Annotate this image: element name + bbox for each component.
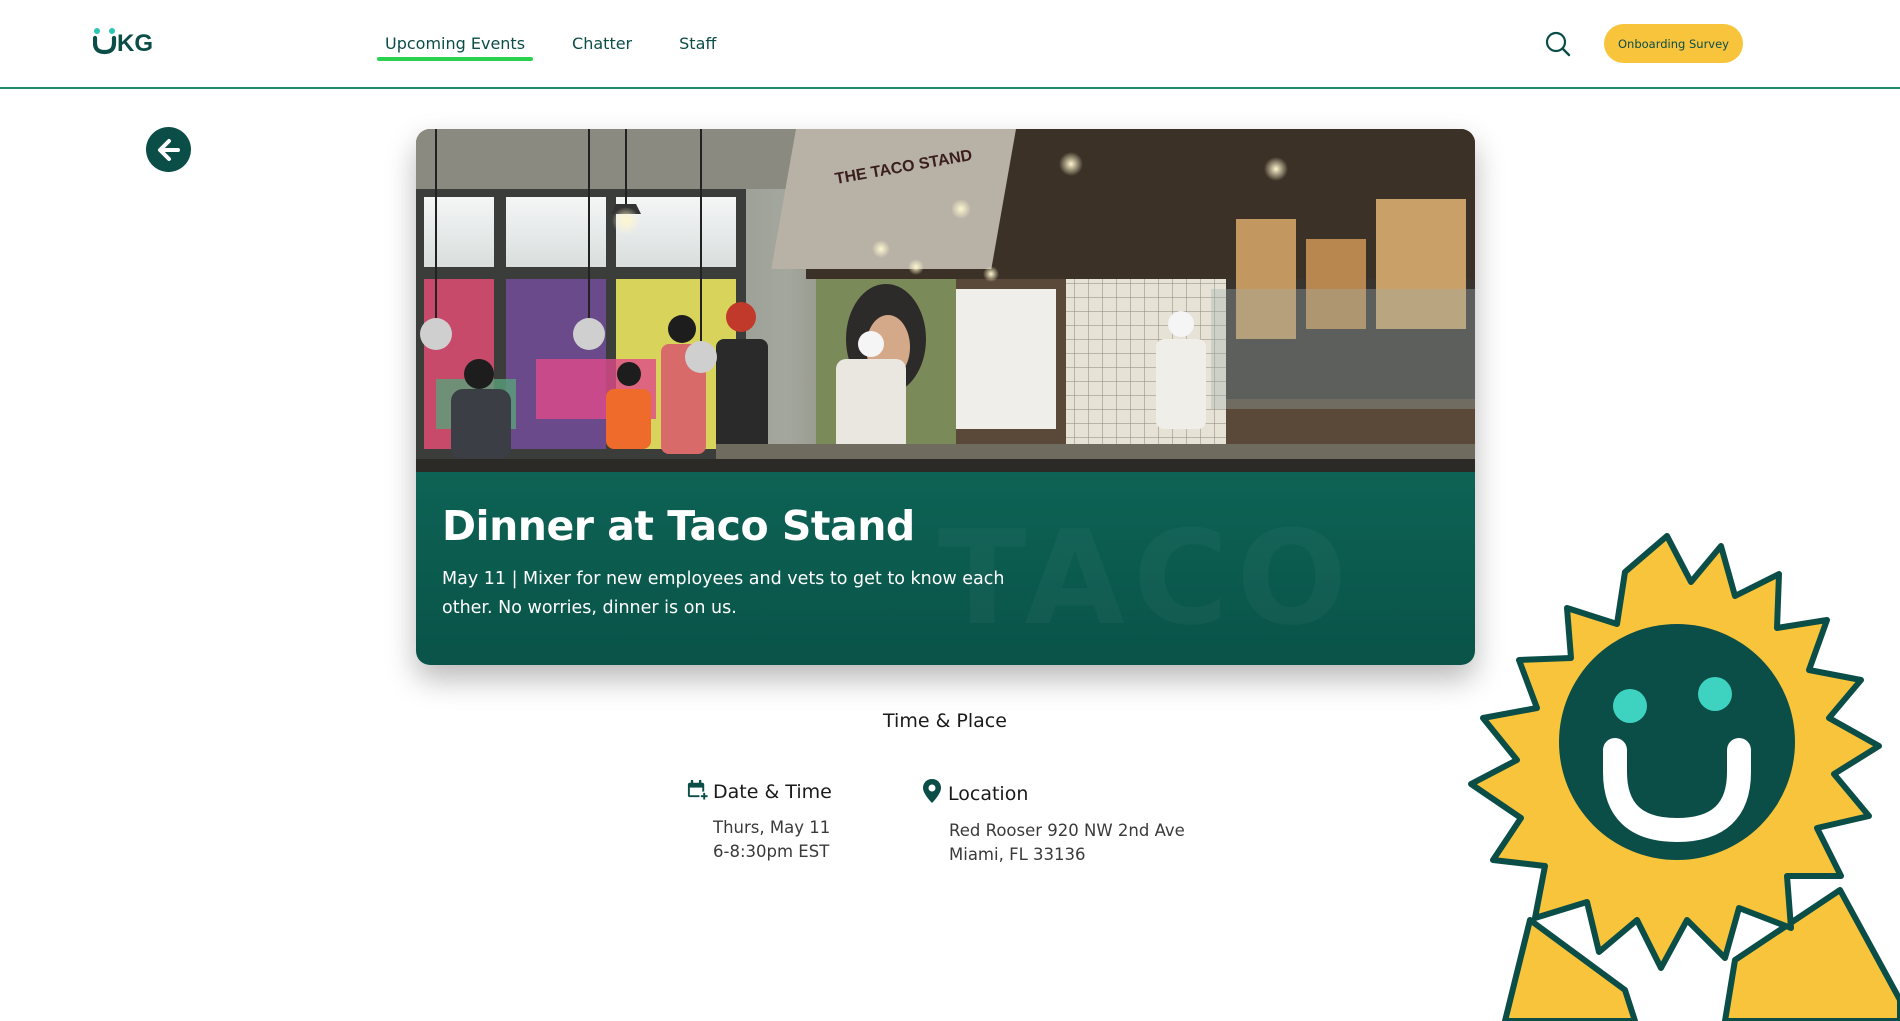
- location-block: Location Red Rooser 920 NW 2nd Ave Miami…: [920, 778, 1185, 867]
- smiley-award-badge-icon: [1467, 528, 1900, 1021]
- event-card[interactable]: THE TACO STAND TACO Dinner at Taco Stand…: [416, 129, 1475, 665]
- event-title: Dinner at Taco Stand: [442, 502, 915, 550]
- top-nav-bar: KG Upcoming Events Chatter Staff Onboard…: [0, 0, 1900, 89]
- main-nav: Upcoming Events Chatter Staff: [376, 0, 763, 87]
- svg-text:KG: KG: [117, 30, 153, 55]
- time-text: 6-8:30pm EST: [713, 842, 830, 861]
- onboarding-survey-button[interactable]: Onboarding Survey: [1604, 24, 1743, 63]
- ukg-logo[interactable]: KG: [93, 26, 169, 56]
- date-time-label: Date & Time: [713, 781, 832, 803]
- date-text: Thurs, May 11: [713, 818, 831, 837]
- location-label: Location: [948, 782, 1029, 805]
- calendar-add-icon: [686, 778, 713, 806]
- date-time-block: Date & Time Thurs, May 11 6-8:30pm EST: [686, 778, 832, 864]
- location-pin-icon: [920, 778, 948, 809]
- back-arrow-icon[interactable]: [146, 127, 191, 172]
- nav-chatter[interactable]: Chatter: [572, 0, 632, 87]
- nav-upcoming-events[interactable]: Upcoming Events: [376, 0, 534, 87]
- address-line-1: Red Rooser 920 NW 2nd Ave: [949, 821, 1185, 840]
- event-photo: THE TACO STAND: [416, 129, 1475, 472]
- search-icon[interactable]: [1543, 29, 1573, 59]
- event-info-band: TACO Dinner at Taco Stand May 11 | Mixer…: [416, 472, 1475, 665]
- nav-staff[interactable]: Staff: [679, 0, 716, 87]
- event-description: May 11 | Mixer for new employees and vet…: [442, 569, 1005, 618]
- address-line-2: Miami, FL 33136: [949, 845, 1086, 864]
